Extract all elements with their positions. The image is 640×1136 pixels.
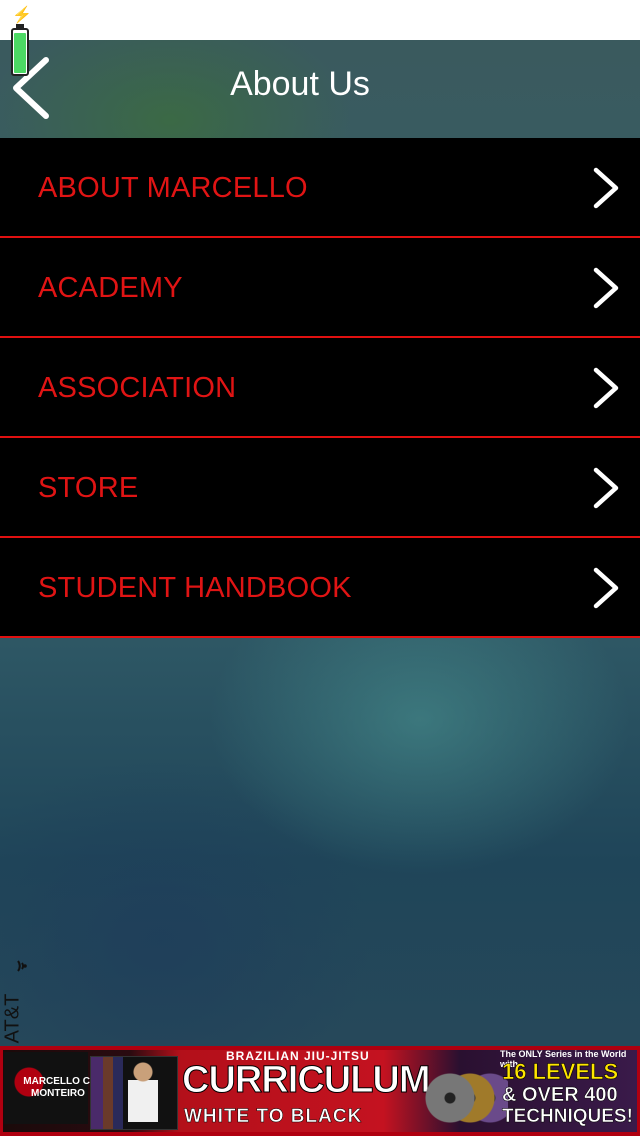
battery-icon [11,28,29,76]
navigation-bar: About Us [0,40,640,138]
ad-banner[interactable]: MARCELLO C. MONTEIRO BRAZILIAN JIU-JITSU… [0,1046,640,1136]
ad-brand-text: MARCELLO C. MONTEIRO [23,1076,93,1099]
chevron-right-icon [593,167,619,209]
ad-over-text: & OVER 400 [502,1084,618,1107]
battery-level-fill [14,33,26,73]
menu-list: ABOUT MARCELLO ACADEMY ASSOCIATION STORE… [0,138,640,638]
ad-levels-text: 16 LEVELS [502,1059,619,1084]
menu-item-student-handbook[interactable]: STUDENT HANDBOOK [0,538,640,638]
wifi-icon [14,955,34,980]
chevron-right-icon [593,567,619,609]
menu-item-label: STORE [38,472,139,504]
page-title: About Us [230,65,370,103]
menu-item-label: ABOUT MARCELLO [38,172,308,204]
ad-sub-text: WHITE TO BLACK [184,1106,363,1128]
ad-discs-image [420,1068,508,1126]
menu-item-store[interactable]: STORE [0,438,640,538]
chevron-right-icon [593,367,619,409]
ad-main-text: CURRICULUM [182,1059,432,1101]
ad-fighter-image [128,1062,158,1122]
menu-item-about-marcello[interactable]: ABOUT MARCELLO [0,138,640,238]
ad-techniques-text: TECHNIQUES! [502,1106,633,1128]
carrier-indicator: AT&T [1,955,38,1055]
menu-item-label: ASSOCIATION [38,372,237,404]
chevron-right-icon [593,467,619,509]
carrier-name: AT&T [1,993,24,1044]
chevron-right-icon [593,267,619,309]
menu-item-label: ACADEMY [38,272,183,304]
menu-item-association[interactable]: ASSOCIATION [0,338,640,438]
lightning-bolt-icon: ⚡ [12,7,32,24]
menu-item-academy[interactable]: ACADEMY [0,238,640,338]
status-bar [0,0,640,40]
menu-item-label: STUDENT HANDBOOK [38,572,352,604]
